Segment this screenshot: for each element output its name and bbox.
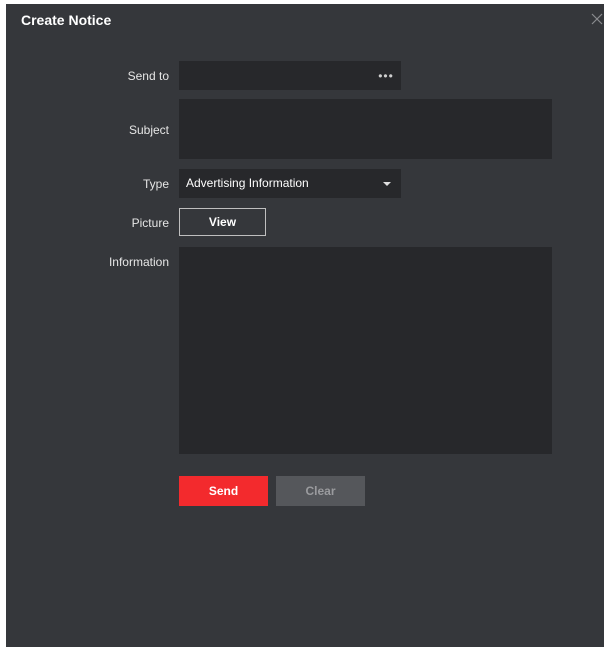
type-selected-value: Advertising Information (186, 176, 309, 190)
send-to-label: Send to (127, 69, 169, 83)
create-notice-dialog: Create Notice Send to ••• Subject Type A… (6, 4, 604, 647)
dialog-title: Create Notice (21, 12, 112, 28)
information-field[interactable] (179, 247, 552, 454)
caret-down-icon (383, 182, 391, 186)
clear-button[interactable]: Clear (276, 476, 365, 506)
close-icon[interactable] (590, 12, 604, 26)
subject-field[interactable] (179, 99, 552, 159)
type-label: Type (142, 177, 169, 191)
subject-label: Subject (128, 123, 169, 137)
view-button[interactable]: View (179, 208, 266, 236)
send-button[interactable]: Send (179, 476, 268, 506)
send-to-field[interactable]: ••• (179, 61, 401, 90)
more-options-button[interactable]: ••• (371, 61, 401, 90)
picture-label: Picture (131, 216, 169, 230)
type-select[interactable]: Advertising Information (179, 169, 401, 198)
information-label: Information (108, 255, 169, 269)
